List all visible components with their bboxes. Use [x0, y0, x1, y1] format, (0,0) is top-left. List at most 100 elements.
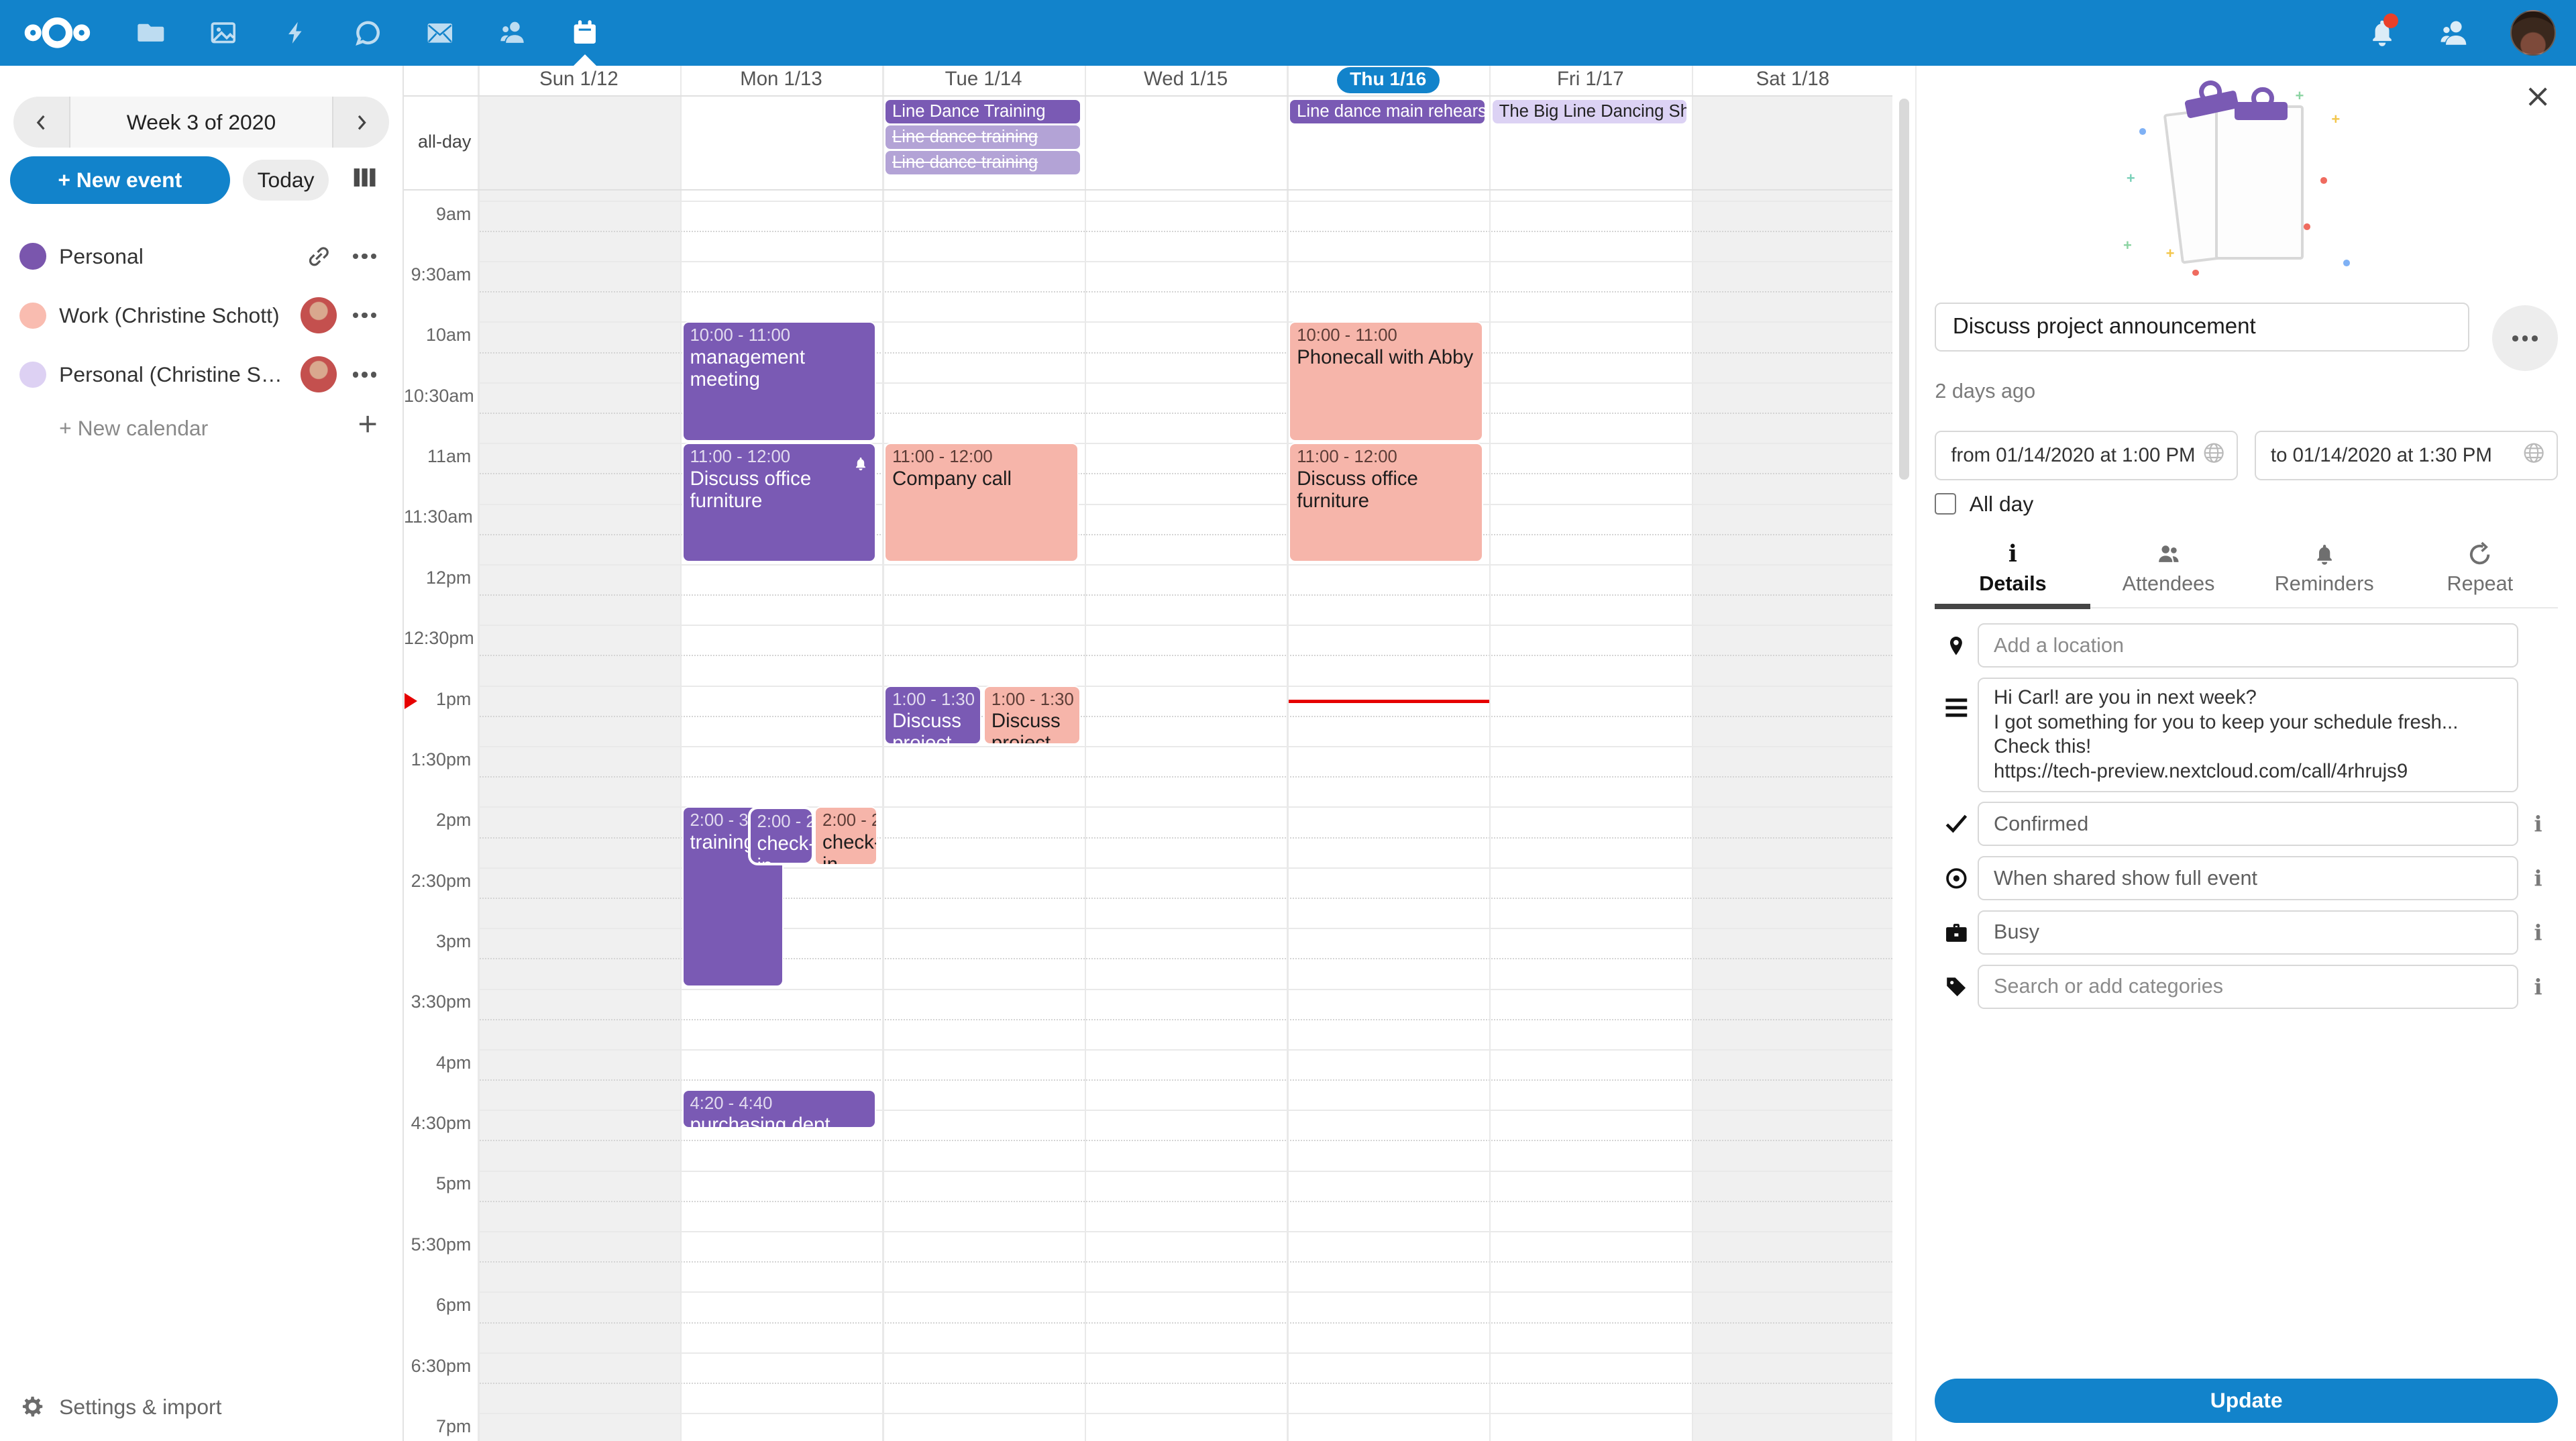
categories-input[interactable]: Search or add categories	[1978, 965, 2518, 1009]
share-link-icon[interactable]	[301, 238, 337, 274]
tab-attendees[interactable]: Attendees	[2090, 535, 2246, 607]
tab-reminders[interactable]: Reminders	[2247, 535, 2402, 607]
all-day-event[interactable]: The Big Line Dancing Show	[1493, 100, 1686, 123]
busy-briefcase-icon	[1935, 921, 1978, 944]
event-end-value: to 01/14/2020 at 1:30 PM	[2271, 444, 2522, 467]
all-day-event[interactable]: Line dance main rehearsal	[1290, 100, 1484, 123]
grid-line	[478, 1049, 1892, 1051]
app-photos-icon[interactable]	[187, 0, 260, 66]
all-day-event[interactable]: Line dance training	[885, 125, 1079, 148]
calendar-event[interactable]: 11:00 - 12:00Company call	[884, 443, 1079, 562]
day-header[interactable]: Thu 1/16	[1287, 66, 1489, 95]
app-activity-icon[interactable]	[260, 0, 332, 66]
new-event-button[interactable]: + New event	[10, 156, 230, 204]
update-button[interactable]: Update	[1935, 1379, 2558, 1423]
column-border	[1287, 66, 1288, 1441]
nextcloud-logo[interactable]	[0, 0, 115, 66]
tab-repeat[interactable]: Repeat	[2402, 535, 2558, 607]
app-files-icon[interactable]	[115, 0, 187, 66]
day-header[interactable]: Fri 1/17	[1489, 66, 1692, 95]
day-header[interactable]: Sat 1/18	[1692, 66, 1893, 95]
grid-line	[478, 686, 1892, 687]
description-textarea[interactable]: Hi Carl! are you in next week? I got som…	[1978, 678, 2518, 792]
confetti-plus: +	[2331, 112, 2340, 127]
event-title-input[interactable]	[1935, 303, 2469, 352]
time-label: 2:30pm	[404, 871, 471, 892]
sidebar-calendar-item[interactable]: Personal	[0, 227, 402, 286]
calendar-sidebar: Week 3 of 2020 + New event Today Persona…	[0, 66, 402, 1441]
availability-select[interactable]: Busy	[1978, 910, 2518, 955]
all-day-checkbox[interactable]	[1935, 493, 1956, 515]
close-icon[interactable]	[2526, 85, 2553, 111]
calendar-more-menu-icon[interactable]	[348, 299, 381, 332]
calendar-event[interactable]: 11:00 - 12:00Discuss office furniture	[1289, 443, 1483, 562]
calendar-more-menu-icon[interactable]	[348, 240, 381, 273]
visibility-select[interactable]: When shared show full event	[1978, 856, 2518, 900]
app-contacts-icon[interactable]	[476, 0, 549, 66]
today-button[interactable]: Today	[243, 160, 328, 201]
calendar-event[interactable]: 10:00 - 11:00management meeting	[682, 321, 877, 441]
column-border	[1692, 66, 1693, 1441]
event-actions-menu-button[interactable]	[2492, 305, 2558, 371]
new-calendar-row[interactable]: + New calendar	[0, 406, 402, 452]
info-icon: i	[1935, 541, 2090, 568]
user-avatar[interactable]	[2491, 10, 2576, 56]
grid-line	[478, 1231, 1892, 1232]
notifications-bell-icon[interactable]	[2346, 0, 2418, 66]
top-navigation-bar	[0, 0, 2576, 66]
event-end-field[interactable]: to 01/14/2020 at 1:30 PM	[2255, 431, 2558, 480]
grid-scrollbar[interactable]	[1899, 99, 1909, 480]
grid-line	[478, 1383, 1892, 1384]
calendar-event[interactable]: 4:20 - 4:40purchasing dept	[682, 1089, 877, 1128]
grid-line	[478, 1291, 1892, 1293]
info-icon[interactable]: i	[2518, 865, 2558, 891]
time-label: 12:30pm	[404, 628, 471, 649]
calendar-event[interactable]: 1:00 - 1:30Discuss project	[983, 686, 1081, 745]
location-input[interactable]: Add a location	[1978, 623, 2518, 668]
time-label: 9am	[404, 204, 471, 225]
grid-line	[478, 776, 1892, 778]
app-talk-icon[interactable]	[332, 0, 405, 66]
day-header[interactable]: Wed 1/15	[1085, 66, 1287, 95]
sidebar-calendar-item[interactable]: Personal (Christine Scho…)	[0, 345, 402, 404]
calendar-event[interactable]: 2:00 - 2:30check-in	[748, 806, 815, 865]
detail-row: When shared show full eventi	[1935, 856, 2558, 900]
time-label: 5:30pm	[404, 1234, 471, 1255]
settings-import-button[interactable]: Settings & import	[0, 1390, 402, 1426]
info-icon[interactable]: i	[2518, 974, 2558, 1000]
week-label[interactable]: Week 3 of 2020	[70, 97, 331, 148]
day-header[interactable]: Tue 1/14	[882, 66, 1085, 95]
calendar-event[interactable]: 11:00 - 12:00Discuss office furniture	[682, 443, 877, 562]
plus-icon[interactable]	[356, 413, 379, 442]
timezone-globe-icon[interactable]	[2522, 441, 2545, 470]
column-border	[882, 66, 883, 1441]
info-icon[interactable]: i	[2518, 811, 2558, 837]
event-editor-tabs: iDetailsAttendeesRemindersRepeat	[1935, 535, 2558, 608]
grid-line	[478, 291, 1892, 292]
next-week-button[interactable]	[333, 97, 389, 148]
calendar-more-menu-icon[interactable]	[348, 358, 381, 391]
timezone-globe-icon[interactable]	[2202, 441, 2225, 470]
event-time: 1:00 - 1:30	[991, 690, 1073, 710]
app-mail-icon[interactable]	[404, 0, 476, 66]
sidebar-calendar-item[interactable]: Work (Christine Schott)	[0, 286, 402, 345]
calendar-event[interactable]: 2:00 - 2:30check-in	[814, 806, 877, 865]
all-day-toggle-row[interactable]: All day	[1935, 492, 2558, 517]
event-time: 2:00 - 2:30	[822, 811, 869, 831]
day-header[interactable]: Mon 1/13	[680, 66, 883, 95]
event-start-field[interactable]: from 01/14/2020 at 1:00 PM	[1935, 431, 2238, 480]
day-header[interactable]: Sun 1/12	[478, 66, 680, 95]
calendar-event[interactable]: 10:00 - 11:00Phonecall with Abby	[1289, 321, 1483, 441]
view-switcher-icon[interactable]	[348, 161, 381, 194]
gear-icon	[19, 1393, 46, 1426]
tab-details[interactable]: iDetails	[1935, 535, 2090, 607]
grid-line	[478, 594, 1892, 596]
all-day-event[interactable]: Line Dance Training	[885, 100, 1079, 123]
all-day-event[interactable]: Line dance training	[885, 151, 1079, 174]
previous-week-button[interactable]	[13, 97, 69, 148]
info-icon[interactable]: i	[2518, 920, 2558, 945]
status-select[interactable]: Confirmed	[1978, 802, 2518, 846]
contacts-menu-icon[interactable]	[2418, 0, 2491, 66]
calendar-event[interactable]: 1:00 - 1:30Discuss project announcement	[884, 686, 981, 745]
weekend-shading	[478, 95, 680, 1441]
